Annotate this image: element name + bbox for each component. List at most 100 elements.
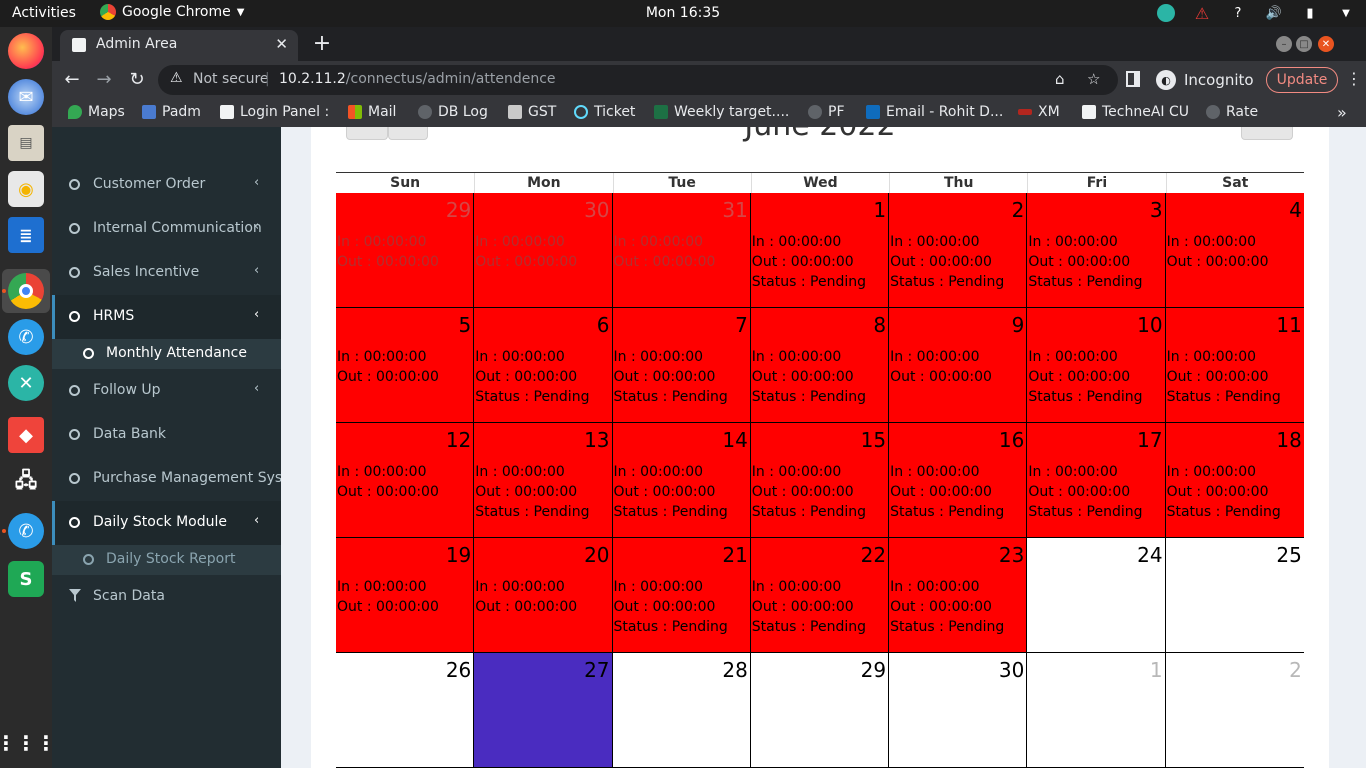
bookmark-padm[interactable]: Padm (142, 104, 201, 120)
update-button[interactable]: Update (1266, 67, 1338, 93)
bookmark-star-icon[interactable]: ☆ (1087, 70, 1100, 88)
calendar-day-cell[interactable]: 25 (1165, 538, 1304, 653)
network-icon[interactable]: 🖧 (8, 465, 44, 501)
day-number[interactable]: 28 (722, 658, 747, 682)
writer-icon[interactable]: ≣ (8, 217, 44, 253)
sidebar-subitem-daily-stock-report[interactable]: Daily Stock Report (52, 545, 281, 575)
day-number[interactable]: 14 (722, 428, 747, 452)
day-number[interactable]: 8 (873, 313, 886, 337)
new-tab-button[interactable]: + (310, 31, 334, 56)
calendar-day-cell[interactable]: 31 In : 00:00:00 Out : 00:00:00 (612, 193, 751, 308)
calendar-day-cell[interactable]: 26 (336, 653, 475, 768)
minimize-button[interactable]: – (1276, 36, 1292, 52)
day-number[interactable]: 21 (722, 543, 747, 567)
day-number[interactable]: 16 (999, 428, 1024, 452)
battery-icon[interactable]: ▮ (1300, 3, 1320, 23)
day-number[interactable]: 12 (446, 428, 471, 452)
calendar-day-cell[interactable]: 29 (750, 653, 890, 768)
sidebar-item-customer-order[interactable]: Customer Order ‹ (52, 163, 281, 207)
sidebar-item-daily-stock-module[interactable]: Daily Stock Module ‹ (52, 501, 281, 545)
calendar-day-cell[interactable]: 16 In : 00:00:00 Out : 00:00:00 Status : Pe… (889, 423, 1028, 538)
forward-button[interactable]: → (92, 68, 116, 92)
calendar-day-cell[interactable]: 8 In : 00:00:00 Out : 00:00:00 Status : Pen… (750, 308, 890, 423)
calendar-day-cell[interactable]: 9 In : 00:00:00 Out : 00:00:00 (889, 308, 1028, 423)
day-number[interactable]: 22 (861, 543, 886, 567)
day-number[interactable]: 20 (584, 543, 609, 567)
calendar-day-cell[interactable]: 13 In : 00:00:00 Out : 00:00:00 Status : Pe… (474, 423, 613, 538)
day-number[interactable]: 30 (584, 198, 609, 222)
rhythmbox-icon[interactable]: ◉ (8, 171, 44, 207)
reload-button[interactable]: ↻ (125, 68, 149, 92)
calendar-day-cell[interactable]: 2 (1165, 653, 1304, 768)
day-number[interactable]: 6 (597, 313, 610, 337)
calendar-day-cell[interactable]: 18 In : 00:00:00 Out : 00:00:00 Status : Pe… (1165, 423, 1304, 538)
thunderbird-icon[interactable]: ✉ (8, 79, 44, 115)
day-number[interactable]: 3 (1150, 198, 1163, 222)
calendar-day-cell[interactable]: 1 In : 00:00:00 Out : 00:00:00 Status : Pen… (750, 193, 890, 308)
day-number[interactable]: 2 (1289, 658, 1302, 682)
sidebar-item-sales-incentive[interactable]: Sales Incentive ‹ (52, 251, 281, 295)
bookmark-rate[interactable]: Rate (1206, 104, 1258, 120)
day-number[interactable]: 23 (999, 543, 1024, 567)
volume-icon[interactable]: 🔊 (1264, 3, 1284, 23)
day-number[interactable]: 7 (735, 313, 748, 337)
bookmark-techneai[interactable]: TechneAI CU (1082, 104, 1189, 120)
day-number[interactable]: 24 (1137, 543, 1162, 567)
tab-admin-area[interactable]: Admin Area ✕ (60, 30, 298, 61)
day-number[interactable]: 18 (1276, 428, 1301, 452)
day-number[interactable]: 26 (446, 658, 471, 682)
day-number[interactable]: 4 (1289, 198, 1302, 222)
bookmark-mail[interactable]: Mail (348, 104, 396, 120)
sidebar-item-data-bank[interactable]: Data Bank (52, 413, 281, 457)
incognito-indicator[interactable]: ◐ Incognito (1156, 70, 1254, 90)
not-secure-label[interactable]: Not secure (193, 71, 269, 87)
sidebar-item-internal-communication[interactable]: Internal Communication ‹ (52, 207, 281, 251)
bookmark-gst[interactable]: GST (508, 104, 556, 120)
help-icon[interactable]: ? (1228, 3, 1248, 23)
app-menu[interactable]: Google Chrome ▼ (100, 4, 244, 20)
day-number[interactable]: 17 (1137, 428, 1162, 452)
address-bar[interactable]: ⚠ Not secure | 10.2.11.2/connectus/admin… (158, 65, 1118, 95)
calendar-day-cell[interactable]: 11 In : 00:00:00 Out : 00:00:00 Status : Pe… (1165, 308, 1304, 423)
calendar-day-cell[interactable]: 17 In : 00:00:00 Out : 00:00:00 Status : Pe… (1027, 423, 1166, 538)
back-button[interactable]: ← (60, 68, 84, 92)
day-number[interactable]: 13 (584, 428, 609, 452)
prev-month-button[interactable] (346, 127, 388, 140)
crossover-tray-icon[interactable] (1156, 3, 1176, 23)
sheets-icon[interactable]: S (8, 561, 44, 597)
calendar-day-cell[interactable]: 24 (1027, 538, 1166, 653)
phone-icon[interactable]: ✆ (8, 513, 44, 549)
anydesk-icon[interactable]: ◆ (8, 417, 44, 453)
calendar-day-cell[interactable]: 4 In : 00:00:00 Out : 00:00:00 (1165, 193, 1304, 308)
bookmark-maps[interactable]: Maps (68, 104, 125, 120)
bookmark-pf[interactable]: PF (808, 104, 845, 120)
calendar-day-cell[interactable]: 29 In : 00:00:00 Out : 00:00:00 (336, 193, 475, 308)
day-number[interactable]: 9 (1012, 313, 1025, 337)
today-button[interactable] (1241, 127, 1293, 140)
calendar-day-cell[interactable]: 21 In : 00:00:00 Out : 00:00:00 Status : Pe… (612, 538, 751, 653)
calendar-day-cell[interactable]: 22 In : 00:00:00 Out : 00:00:00 Status : Pe… (750, 538, 890, 653)
calendar-day-today[interactable]: 27 (474, 653, 613, 768)
phone-icon[interactable]: ✆ (8, 319, 44, 355)
calendar-day-cell[interactable]: 10 In : 00:00:00 Out : 00:00:00 Status : Pe… (1027, 308, 1166, 423)
sidebar-item-scan-data[interactable]: Scan Data (52, 575, 281, 619)
calendar-day-cell[interactable]: 14 In : 00:00:00 Out : 00:00:00 Status : Pe… (612, 423, 751, 538)
calendar-day-cell[interactable]: 5 In : 00:00:00 Out : 00:00:00 (336, 308, 475, 423)
day-number[interactable]: 11 (1276, 313, 1301, 337)
warning-icon[interactable]: ⚠ (1192, 3, 1212, 23)
calendar-day-cell[interactable]: 19 In : 00:00:00 Out : 00:00:00 (336, 538, 475, 653)
day-number[interactable]: 29 (446, 198, 471, 222)
side-panel-icon[interactable] (1126, 71, 1140, 87)
bookmark-email[interactable]: Email - Rohit D... (866, 104, 1003, 120)
calendar-day-cell[interactable]: 7 In : 00:00:00 Out : 00:00:00 Status : Pen… (612, 308, 751, 423)
day-number[interactable]: 2 (1012, 198, 1025, 222)
next-month-button[interactable] (388, 127, 428, 140)
bookmark-xm[interactable]: XM (1018, 104, 1060, 120)
close-icon[interactable]: ✕ (275, 35, 288, 53)
day-number[interactable]: 19 (446, 543, 471, 567)
activities-button[interactable]: Activities (12, 5, 76, 21)
chrome-icon[interactable] (8, 273, 44, 309)
day-number[interactable]: 1 (1150, 658, 1163, 682)
sidebar-item-follow-up[interactable]: Follow Up ‹ (52, 369, 281, 413)
calendar-day-cell[interactable]: 6 In : 00:00:00 Out : 00:00:00 Status : Pen… (474, 308, 613, 423)
